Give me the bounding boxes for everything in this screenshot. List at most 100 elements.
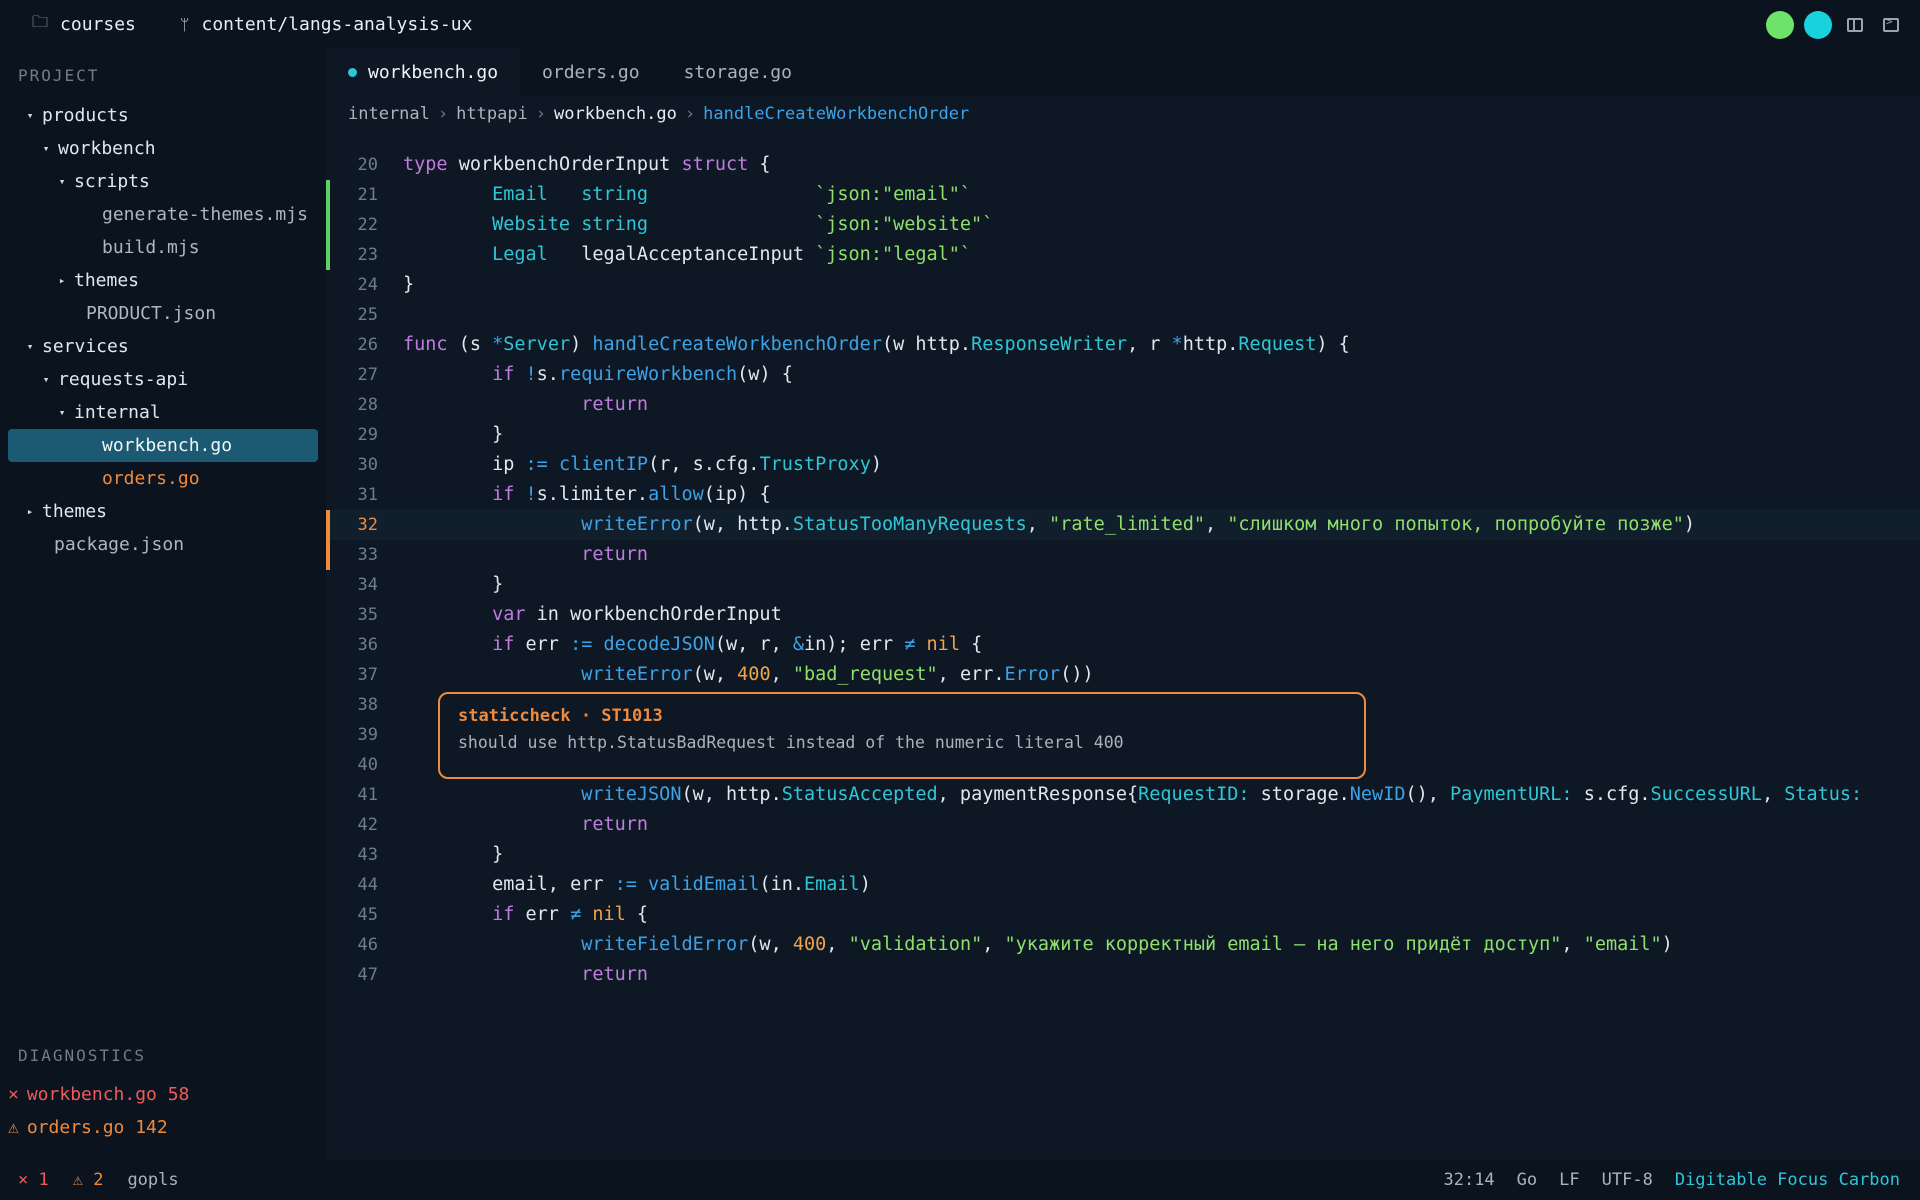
code-line[interactable]: 31 if !s.limiter.allow(ip) { bbox=[326, 480, 1920, 510]
warning-count[interactable]: ⚠ 2 bbox=[73, 1170, 104, 1190]
code-token: if bbox=[492, 484, 515, 505]
code-line[interactable]: 47 return bbox=[326, 960, 1920, 990]
line-number: 20 bbox=[357, 155, 378, 175]
code-token: SuccessURL bbox=[1650, 784, 1762, 805]
status-dot-cyan[interactable] bbox=[1804, 11, 1832, 39]
popup-title: staticcheck · ST1013 bbox=[458, 706, 663, 726]
tree-file[interactable]: generate-themes.mjs bbox=[0, 198, 326, 231]
color-theme[interactable]: Digitable Focus Carbon bbox=[1675, 1170, 1900, 1190]
code-line[interactable]: 33 return bbox=[326, 540, 1920, 570]
error-icon: × bbox=[8, 1084, 19, 1105]
tree-folder[interactable]: ▸ themes bbox=[0, 264, 326, 297]
code-line[interactable]: 35 var in workbenchOrderInput bbox=[326, 600, 1920, 630]
code-line[interactable]: 23 Legal legalAcceptanceInput `json:"leg… bbox=[326, 240, 1920, 270]
code-token: Website bbox=[492, 214, 571, 235]
code-line[interactable]: 21 Email string `json:"email"` bbox=[326, 180, 1920, 210]
diagnostic-item-warning[interactable]: ⚠ orders.go 142 bbox=[8, 1117, 168, 1138]
code-line[interactable]: 20 type workbenchOrderInput struct { bbox=[326, 150, 1920, 180]
tree-folder[interactable]: ▾ requests-api bbox=[0, 363, 326, 396]
tree-file[interactable]: package.json bbox=[0, 528, 326, 561]
code-line[interactable]: 37 writeError(w, 400, "bad_request", err… bbox=[326, 660, 1920, 690]
code-token: err bbox=[514, 904, 571, 925]
line-number: 42 bbox=[357, 815, 378, 835]
code-line[interactable]: 41 writeJSON(w, http.StatusAccepted, pay… bbox=[326, 780, 1920, 810]
breadcrumb-item[interactable]: internal bbox=[348, 104, 430, 124]
code-line[interactable]: 36 if err := decodeJSON(w, r, &in); err … bbox=[326, 630, 1920, 660]
code-token: "email" bbox=[1583, 934, 1662, 955]
code-line[interactable]: 46 writeFieldError(w, 400, "validation",… bbox=[326, 930, 1920, 960]
git-branch-icon: ᛘ bbox=[179, 14, 190, 34]
error-count[interactable]: × 1 bbox=[18, 1170, 49, 1190]
code-text: } bbox=[403, 420, 503, 450]
breadcrumb-separator: › bbox=[535, 104, 547, 124]
code-line[interactable]: 30 ip := clientIP(r, s.cfg.TrustProxy) bbox=[326, 450, 1920, 480]
project-switcher[interactable]: 🗀 courses bbox=[32, 11, 136, 38]
code-token: `json:"email"` bbox=[815, 184, 972, 205]
line-number: 25 bbox=[357, 305, 378, 325]
code-line[interactable]: 34 } bbox=[326, 570, 1920, 600]
encoding[interactable]: UTF-8 bbox=[1602, 1170, 1653, 1190]
diagnostic-item-error[interactable]: × workbench.go 58 bbox=[8, 1084, 189, 1105]
line-number: 40 bbox=[357, 755, 378, 775]
code-token: workbenchOrderInput bbox=[447, 154, 682, 175]
line-number: 41 bbox=[357, 785, 378, 805]
tab-storage-go[interactable]: storage.go bbox=[662, 48, 814, 96]
code-line[interactable]: 29 } bbox=[326, 420, 1920, 450]
terminal-icon[interactable] bbox=[1878, 12, 1904, 38]
tab-label: orders.go bbox=[542, 61, 640, 83]
code-line[interactable]: 44 email, err := validEmail(in.Email) bbox=[326, 870, 1920, 900]
status-dot-green[interactable] bbox=[1766, 11, 1794, 39]
tree-file[interactable]: build.mjs bbox=[0, 231, 326, 264]
line-number: 43 bbox=[357, 845, 378, 865]
chevron-down-icon: ▾ bbox=[58, 406, 66, 419]
tree-file[interactable]: workbench.go bbox=[8, 429, 318, 462]
code-area[interactable]: 20 type workbenchOrderInput struct {21 Em… bbox=[326, 150, 1920, 990]
code-token: } bbox=[403, 574, 504, 595]
code-line[interactable]: 42 return bbox=[326, 810, 1920, 840]
code-line[interactable]: 22 Website string `json:"website"` bbox=[326, 210, 1920, 240]
code-token: ≠ bbox=[904, 634, 916, 655]
tab-workbench-go[interactable]: workbench.go bbox=[326, 48, 521, 96]
toggle-sidebar-icon[interactable] bbox=[1842, 12, 1868, 38]
code-line[interactable]: 26 func (s *Server) handleCreateWorkbench… bbox=[326, 330, 1920, 360]
code-line[interactable]: 45 if err ≠ nil { bbox=[326, 900, 1920, 930]
code-token: Request bbox=[1238, 334, 1317, 355]
code-line[interactable]: 24} bbox=[326, 270, 1920, 300]
tree-folder[interactable]: ▾ services bbox=[0, 330, 326, 363]
code-token: ) { bbox=[1316, 334, 1350, 355]
breadcrumb-item[interactable]: workbench.go bbox=[554, 104, 677, 124]
tree-folder[interactable]: ▸ themes bbox=[0, 495, 326, 528]
branch-switcher[interactable]: ᛘ content/langs-analysis-ux bbox=[180, 14, 473, 35]
language-mode[interactable]: Go bbox=[1517, 1170, 1537, 1190]
tree-folder[interactable]: ▾ scripts bbox=[0, 165, 326, 198]
code-text: if err := decodeJSON(w, r, &in); err ≠ n… bbox=[403, 630, 982, 660]
breadcrumb-symbol[interactable]: handleCreateWorkbenchOrder bbox=[703, 104, 969, 124]
tree-file[interactable]: orders.go bbox=[0, 462, 326, 495]
breadcrumb-separator: › bbox=[684, 104, 696, 124]
tree-folder[interactable]: ▾ workbench bbox=[0, 132, 326, 165]
code-line[interactable]: 25 bbox=[326, 300, 1920, 330]
code-token: writeError bbox=[581, 514, 693, 535]
language-server[interactable]: gopls bbox=[127, 1170, 178, 1190]
tree-item-label: themes bbox=[42, 501, 108, 522]
cursor-position[interactable]: 32:14 bbox=[1443, 1170, 1494, 1190]
tab-orders-go[interactable]: orders.go bbox=[520, 48, 662, 96]
code-text: Website string `json:"website"` bbox=[403, 210, 993, 240]
code-line[interactable]: 43 } bbox=[326, 840, 1920, 870]
code-text: Email string `json:"email"` bbox=[403, 180, 971, 210]
line-ending[interactable]: LF bbox=[1559, 1170, 1579, 1190]
code-line[interactable]: 27 if !s.requireWorkbench(w) { bbox=[326, 360, 1920, 390]
code-line[interactable]: 28 return bbox=[326, 390, 1920, 420]
tree-folder[interactable]: ▾ internal bbox=[0, 396, 326, 429]
code-line[interactable]: 32 writeError(w, http.StatusTooManyReque… bbox=[326, 510, 1920, 540]
code-token: if bbox=[492, 364, 515, 385]
tree-file[interactable]: PRODUCT.json bbox=[0, 297, 326, 330]
code-token: writeFieldError bbox=[581, 934, 749, 955]
code-token: `json:"legal"` bbox=[815, 244, 972, 265]
tree-folder[interactable]: ▾ products bbox=[0, 99, 326, 132]
breadcrumb-item[interactable]: httpapi bbox=[456, 104, 528, 124]
